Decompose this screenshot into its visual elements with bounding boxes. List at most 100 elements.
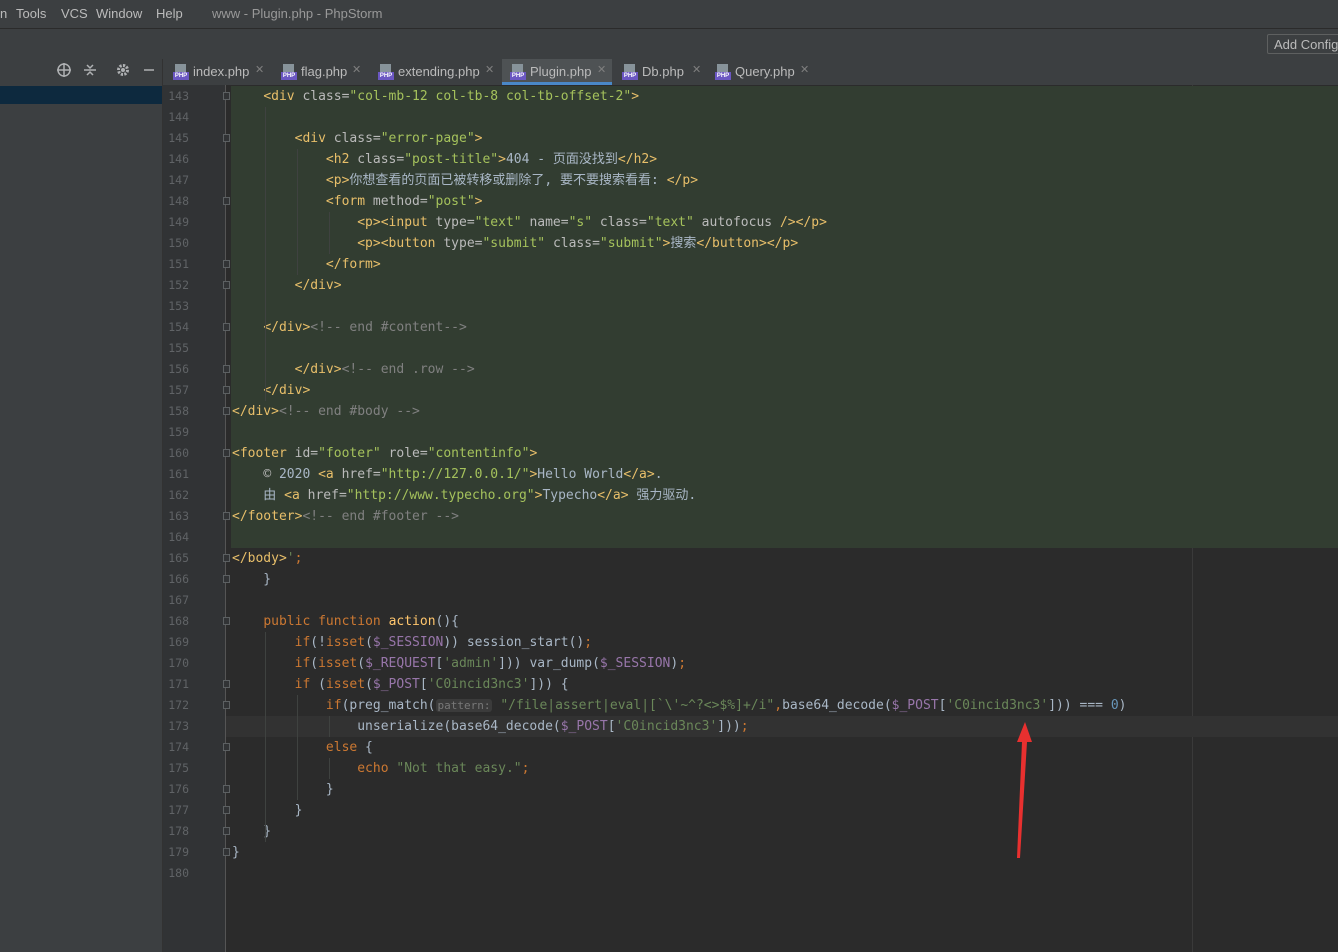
fold-marker-icon[interactable] [223, 281, 230, 289]
close-icon[interactable]: ✕ [692, 63, 701, 76]
tab-db-php[interactable]: PHP Db.php ✕ [614, 59, 706, 85]
fold-marker-icon[interactable] [223, 134, 230, 142]
code-line[interactable]: 164 [163, 527, 1338, 548]
fold-marker-icon[interactable] [223, 785, 230, 793]
php-file-icon: PHP [715, 64, 731, 80]
fold-marker-icon[interactable] [223, 512, 230, 520]
fold-marker-icon[interactable] [223, 743, 230, 751]
code-line[interactable]: 165 </body>'; [163, 548, 1338, 569]
menu-navigate[interactable]: n [0, 6, 7, 21]
code-line[interactable]: 160 <footer id="footer" role="contentinfo… [163, 443, 1338, 464]
tab-label: extending.php [398, 64, 480, 79]
code-line[interactable]: 158 </div><!-- end #body --> [163, 401, 1338, 422]
tab-flag-php[interactable]: PHP flag.php ✕ [273, 59, 366, 85]
code-line[interactable]: 167 [163, 590, 1338, 611]
project-panel [0, 59, 163, 952]
fold-marker-icon[interactable] [223, 323, 230, 331]
fold-marker-icon[interactable] [223, 365, 230, 373]
code-line[interactable]: 143 <div class="col-mb-12 col-tb-8 col-t… [163, 86, 1338, 107]
code-line[interactable]: 166 } [163, 569, 1338, 590]
fold-marker-icon[interactable] [223, 827, 230, 835]
add-configuration-button[interactable]: Add Config [1267, 34, 1338, 54]
code-line[interactable]: 156 </div><!-- end .row --> [163, 359, 1338, 380]
code-line[interactable]: 147 <p>你想查看的页面已被转移或删除了, 要不要搜索看看: </p> [163, 170, 1338, 191]
code-line[interactable]: 149 <p><input type="text" name="s" class… [163, 212, 1338, 233]
code-text: unserialize(base64_decode($_POST['C0inci… [232, 719, 749, 734]
close-icon[interactable]: ✕ [597, 63, 606, 76]
gear-icon[interactable] [114, 62, 132, 80]
code-line[interactable]: 171 if (isset($_POST['C0incid3nc3'])) { [163, 674, 1338, 695]
code-editor[interactable]: 143 <div class="col-mb-12 col-tb-8 col-t… [163, 85, 1338, 952]
code-line[interactable]: 170 if(isset($_REQUEST['admin'])) var_du… [163, 653, 1338, 674]
indent-guide [329, 716, 330, 737]
code-line[interactable]: 154 </div><!-- end #content--> [163, 317, 1338, 338]
close-icon[interactable]: ✕ [485, 63, 494, 76]
fold-marker-icon[interactable] [223, 554, 230, 562]
code-line[interactable]: 144 [163, 107, 1338, 128]
code-line[interactable]: 162 由 <a href="http://www.typecho.org">T… [163, 485, 1338, 506]
fold-marker-icon[interactable] [223, 92, 230, 100]
code-line[interactable]: 174 else { [163, 737, 1338, 758]
code-line[interactable]: 152 </div> [163, 275, 1338, 296]
code-line[interactable]: 163 </footer><!-- end #footer --> [163, 506, 1338, 527]
line-number: 157 [168, 383, 189, 397]
code-line[interactable]: 178 } [163, 821, 1338, 842]
code-line[interactable]: 175 echo "Not that easy."; [163, 758, 1338, 779]
fold-marker-icon[interactable] [223, 407, 230, 415]
line-number: 179 [168, 845, 189, 859]
code-line[interactable]: 145 <div class="error-page"> [163, 128, 1338, 149]
code-line[interactable]: 153 [163, 296, 1338, 317]
code-line[interactable]: 146 <h2 class="post-title">404 - 页面没找到</… [163, 149, 1338, 170]
menu-window[interactable]: Window [96, 6, 142, 21]
collapse-icon[interactable] [81, 62, 99, 80]
code-line[interactable]: 155 [163, 338, 1338, 359]
fold-marker-icon[interactable] [223, 260, 230, 268]
code-line[interactable]: 159 [163, 422, 1338, 443]
line-number: 171 [168, 677, 189, 691]
code-line[interactable]: 148 <form method="post"> [163, 191, 1338, 212]
tab-extending-php[interactable]: PHP extending.php ✕ [370, 59, 499, 85]
fold-marker-icon[interactable] [223, 806, 230, 814]
code-text: if (isset($_POST['C0incid3nc3'])) { [294, 677, 569, 692]
code-line[interactable]: 157 </div> [163, 380, 1338, 401]
fold-marker-icon[interactable] [223, 617, 230, 625]
code-line[interactable]: 161 © 2020 <a href="http://127.0.0.1/">H… [163, 464, 1338, 485]
fold-marker-icon[interactable] [223, 449, 230, 457]
menu-bar: n Tools VCS Window Help www - Plugin.php… [0, 0, 1338, 28]
code-line[interactable]: 176 } [163, 779, 1338, 800]
fold-marker-icon[interactable] [223, 848, 230, 856]
line-number: 145 [168, 131, 189, 145]
fold-marker-icon[interactable] [223, 575, 230, 583]
code-text: <div class="col-mb-12 col-tb-8 col-tb-of… [263, 89, 640, 104]
close-icon[interactable]: ✕ [352, 63, 361, 76]
code-line[interactable]: 180 [163, 863, 1338, 884]
code-line[interactable]: 172 if(preg_match(pattern: "/file|assert… [163, 695, 1338, 716]
line-number: 146 [168, 152, 189, 166]
code-line[interactable]: 150 <p><button type="submit" class="subm… [163, 233, 1338, 254]
menu-help[interactable]: Help [156, 6, 183, 21]
fold-marker-icon[interactable] [223, 197, 230, 205]
code-line[interactable]: 151 </form> [163, 254, 1338, 275]
line-number: 156 [168, 362, 189, 376]
fold-marker-icon[interactable] [223, 386, 230, 394]
menu-tools[interactable]: Tools [16, 6, 46, 21]
close-icon[interactable]: ✕ [800, 63, 809, 76]
line-number: 155 [168, 341, 189, 355]
code-line[interactable]: 168 public function action(){ [163, 611, 1338, 632]
menu-vcs[interactable]: VCS [61, 6, 88, 21]
fold-marker-icon[interactable] [223, 680, 230, 688]
code-line[interactable]: 169 if(!isset($_SESSION)) session_start(… [163, 632, 1338, 653]
code-line[interactable]: 177 } [163, 800, 1338, 821]
code-line[interactable]: 179} [163, 842, 1338, 863]
code-line[interactable]: 173 unserialize(base64_decode($_POST['C0… [163, 716, 1338, 737]
fold-marker-icon[interactable] [223, 701, 230, 709]
close-icon[interactable]: ✕ [255, 63, 264, 76]
target-icon[interactable] [55, 62, 73, 80]
code-text: } [232, 803, 303, 818]
code-text: <p><input type="text" name="s" class="te… [357, 215, 827, 230]
minimize-icon[interactable] [140, 62, 158, 80]
tab-query-php[interactable]: PHP Query.php ✕ [707, 59, 815, 85]
tab-plugin-php[interactable]: PHP Plugin.php ✕ [502, 59, 612, 85]
tab-index-php[interactable]: PHP index.php ✕ [165, 59, 269, 85]
project-tree-selected-row[interactable] [0, 86, 162, 104]
